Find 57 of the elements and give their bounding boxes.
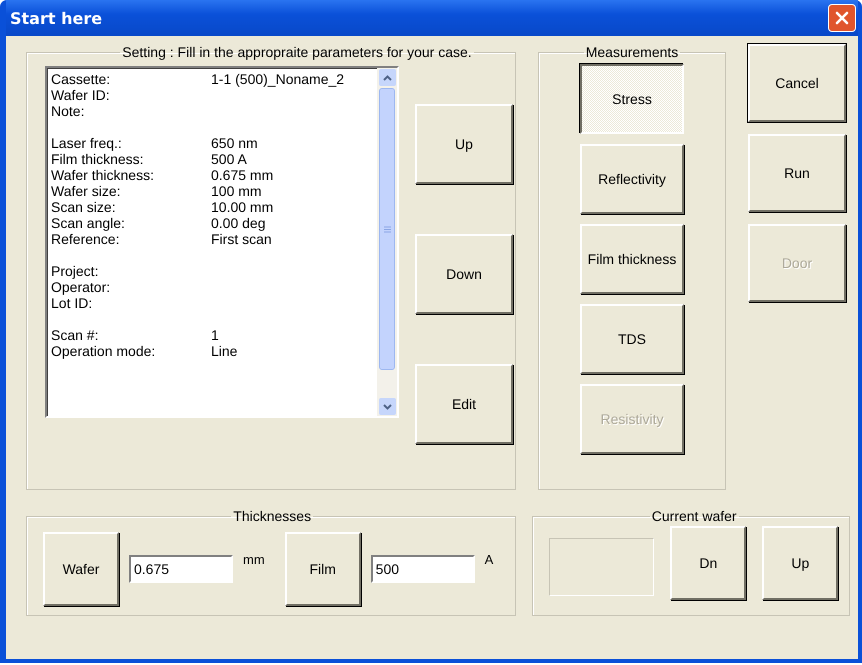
field-label: Scan #: (51, 327, 100, 343)
field-label: Project: (51, 263, 100, 279)
field-value: 1 (211, 327, 219, 343)
button[interactable]: Dn (670, 526, 746, 600)
scroll-thumb[interactable] (379, 88, 395, 370)
grip-icon (384, 226, 390, 232)
field-value: 0.00 deg (211, 215, 266, 231)
button[interactable]: Cancel (748, 44, 846, 122)
button[interactable]: Film (284, 532, 361, 606)
field-label: Scan size: (51, 199, 117, 215)
measurement-button[interactable]: Film thickness (580, 224, 684, 294)
field-value: First scan (211, 231, 272, 247)
list-box[interactable] (45, 66, 399, 418)
input-field[interactable]: 0.675 (129, 554, 233, 582)
field-value: 1-1 (500)_Noname_2 (211, 71, 344, 87)
group-label: Current wafer (650, 508, 738, 524)
unit-label: A (484, 552, 494, 566)
field-value: 100 mm (211, 183, 262, 199)
field-label: Laser freq.: (51, 135, 123, 151)
window-title: Start here (10, 8, 102, 28)
scroll-down-button[interactable] (378, 398, 396, 415)
field-value: 10.00 mm (211, 199, 274, 215)
field-value: Line (211, 343, 238, 359)
field-label: Lot ID: (51, 295, 94, 311)
field-label: Wafer thickness: (51, 167, 155, 183)
field-value: 0.675 mm (211, 167, 274, 183)
group-label: Setting : Fill in the appropraite parameters for your case. (121, 44, 473, 60)
unit-label: mm (243, 552, 265, 566)
field-label: Scan angle: (51, 215, 126, 231)
button[interactable]: Up (415, 104, 513, 184)
field-value: 650 nm (211, 135, 258, 151)
field-value: 500 A (211, 151, 247, 167)
scroll-bar[interactable] (377, 68, 397, 416)
chevron-down-icon (382, 404, 392, 410)
close-button[interactable] (828, 4, 856, 32)
field-label: Reference: (51, 231, 120, 247)
button[interactable]: Wafer (43, 532, 119, 606)
field-label: Wafer size: (51, 183, 122, 199)
group-label: Thicknesses (232, 508, 312, 524)
field-label: Film thickness: (51, 151, 145, 167)
chevron-up-icon (382, 74, 392, 80)
button[interactable]: Up (762, 526, 838, 600)
input-field[interactable]: 500 (370, 554, 475, 582)
measurement-button[interactable]: Stress (580, 64, 684, 134)
group-label: Measurements (584, 44, 680, 60)
field-label: Operator: (51, 279, 112, 295)
close-icon (834, 10, 850, 26)
field-label: Cassette: (51, 71, 112, 87)
measurement-button[interactable]: Reflectivity (580, 144, 684, 214)
field-label: Note: (51, 103, 86, 119)
button[interactable]: Run (748, 134, 846, 212)
button[interactable]: Down (415, 234, 513, 314)
field-label: Wafer ID: (51, 87, 111, 103)
measurement-button[interactable]: TDS (580, 304, 684, 374)
field-label: Operation mode: (51, 343, 156, 359)
button[interactable]: Edit (415, 364, 513, 444)
scroll-up-button[interactable] (378, 69, 396, 86)
